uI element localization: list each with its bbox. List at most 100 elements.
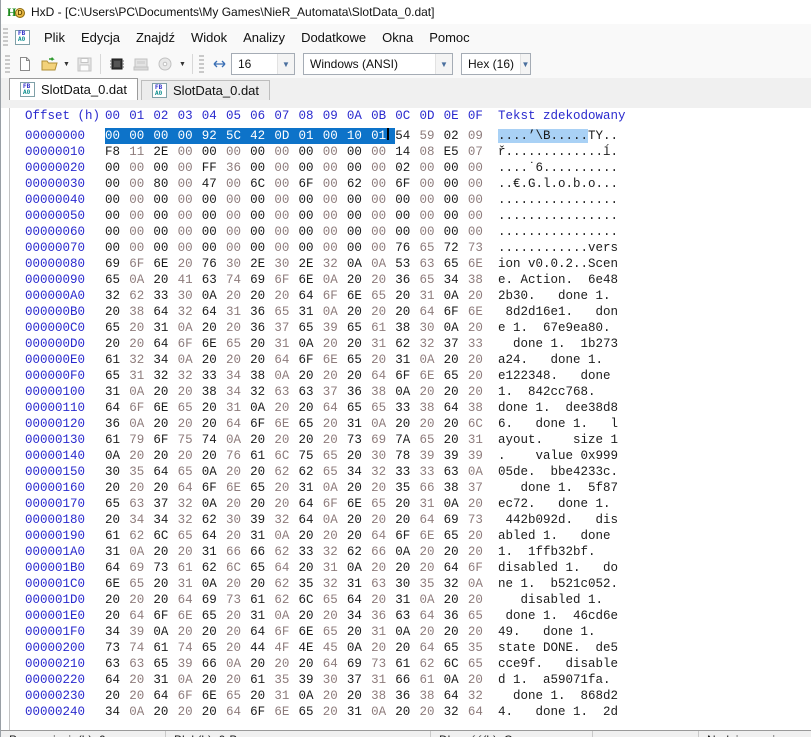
byte-cell[interactable]: 35	[468, 640, 492, 656]
byte-cell[interactable]: 00	[202, 192, 226, 208]
byte-cell[interactable]: 65	[323, 448, 347, 464]
bytes-per-row-select[interactable]: 16 ▼	[231, 53, 295, 75]
decoded-text-cell[interactable]: 49. done 1.	[498, 625, 618, 639]
byte-cell[interactable]: 0A	[129, 416, 153, 432]
byte-cell[interactable]: 00	[419, 224, 443, 240]
decoded-text-cell[interactable]: ................	[498, 209, 618, 223]
byte-cell[interactable]: 63	[419, 256, 443, 272]
byte-cell[interactable]: 20	[105, 608, 129, 624]
byte-cell[interactable]: 75	[299, 448, 323, 464]
byte-cell[interactable]: 31	[371, 672, 395, 688]
byte-cell[interactable]: 20	[419, 384, 443, 400]
byte-cell[interactable]: 31	[250, 528, 274, 544]
byte-cell[interactable]: 02	[395, 160, 419, 176]
decoded-text-cell[interactable]: done 1. 1b273	[498, 337, 618, 351]
byte-cell[interactable]: 20	[299, 400, 323, 416]
byte-cell[interactable]: 20	[105, 512, 129, 528]
byte-cell[interactable]: 65	[444, 256, 468, 272]
byte-cell[interactable]: 20	[202, 704, 226, 720]
byte-cell[interactable]: 36	[250, 304, 274, 320]
byte-cell[interactable]: 20	[371, 640, 395, 656]
byte-cell[interactable]: 6F	[129, 400, 153, 416]
byte-cell[interactable]: 6E	[274, 416, 298, 432]
byte-cell[interactable]: 20	[129, 448, 153, 464]
decoded-text-cell[interactable]: 442b092d. dis	[498, 513, 619, 527]
byte-cell[interactable]: 6F	[250, 704, 274, 720]
byte-cell[interactable]: 20	[468, 496, 492, 512]
byte-cell[interactable]: 34	[129, 512, 153, 528]
byte-cell[interactable]: 0A	[323, 304, 347, 320]
byte-cell[interactable]: 0A	[129, 704, 153, 720]
byte-cell[interactable]: 65	[371, 288, 395, 304]
byte-cell[interactable]: 64	[274, 352, 298, 368]
byte-cell[interactable]: 20	[323, 704, 347, 720]
byte-cell[interactable]: 6E	[153, 400, 177, 416]
byte-cell[interactable]: 00	[347, 160, 371, 176]
byte-cell[interactable]: 00	[274, 224, 298, 240]
byte-cell[interactable]: 00	[347, 192, 371, 208]
byte-cell[interactable]: 20	[105, 304, 129, 320]
byte-cell[interactable]: 20	[226, 624, 250, 640]
byte-cell[interactable]: 73	[153, 560, 177, 576]
byte-cell[interactable]: 00	[468, 208, 492, 224]
byte-cell[interactable]: 00	[226, 208, 250, 224]
byte-cell[interactable]: 00	[105, 192, 129, 208]
byte-cell[interactable]: 20	[347, 368, 371, 384]
byte-cell[interactable]: 00	[129, 128, 154, 144]
byte-cell[interactable]: 6E	[323, 352, 347, 368]
byte-cell[interactable]: 65	[274, 304, 298, 320]
byte-cell[interactable]: 6C	[153, 528, 177, 544]
byte-cell[interactable]: 20	[105, 480, 129, 496]
byte-cell[interactable]: 20	[468, 288, 492, 304]
byte-cell[interactable]: 31	[202, 544, 226, 560]
byte-cell[interactable]: 31	[226, 304, 250, 320]
byte-cell[interactable]: 62	[129, 288, 153, 304]
byte-cell[interactable]: 65	[371, 400, 395, 416]
byte-cell[interactable]: 0A	[419, 592, 443, 608]
menu-item-widok[interactable]: Widok	[183, 26, 235, 49]
byte-cell[interactable]: 64	[226, 416, 250, 432]
decoded-text-cell[interactable]: ............vers	[498, 241, 618, 255]
byte-cell[interactable]: 64	[129, 608, 153, 624]
byte-cell[interactable]: 32	[274, 512, 298, 528]
byte-cell[interactable]: 6F	[395, 368, 419, 384]
byte-cell[interactable]: 6E	[347, 496, 371, 512]
byte-cell[interactable]: 44	[250, 640, 274, 656]
byte-cell[interactable]: 00	[153, 208, 177, 224]
open-disk-image-dropdown[interactable]: ▼	[177, 52, 188, 76]
byte-cell[interactable]: 61	[250, 448, 274, 464]
byte-cell[interactable]: 64	[444, 688, 468, 704]
byte-cell[interactable]: 37	[444, 336, 468, 352]
byte-cell[interactable]: 31	[347, 576, 371, 592]
decoded-text-cell[interactable]: 05de. bbe4233c.	[498, 465, 618, 479]
byte-cell[interactable]: 62	[299, 464, 323, 480]
byte-cell[interactable]: 0A	[274, 528, 298, 544]
open-disk-button[interactable]	[129, 52, 153, 76]
byte-cell[interactable]: 00	[153, 224, 177, 240]
byte-cell[interactable]: 65	[178, 464, 202, 480]
byte-cell[interactable]: 34	[153, 512, 177, 528]
byte-cell[interactable]: 00	[178, 192, 202, 208]
byte-cell[interactable]: 65	[105, 320, 129, 336]
decoded-text-cell[interactable]: ................	[498, 193, 618, 207]
byte-cell[interactable]: 00	[226, 192, 250, 208]
byte-cell[interactable]: 20	[250, 496, 274, 512]
byte-cell[interactable]: 73	[226, 592, 250, 608]
byte-cell[interactable]: 0A	[468, 576, 492, 592]
byte-cell[interactable]: 64	[444, 400, 468, 416]
byte-cell[interactable]: 00	[250, 144, 274, 160]
byte-cell[interactable]: 64	[299, 512, 323, 528]
decoded-text-cell[interactable]: 1. 1ffb32bf.	[498, 545, 618, 559]
byte-cell[interactable]: 63	[274, 384, 298, 400]
byte-cell[interactable]: 6E	[105, 576, 129, 592]
decoded-text-cell[interactable]: cce9f. disable	[498, 657, 618, 671]
byte-cell[interactable]: 31	[468, 432, 492, 448]
byte-cell[interactable]: 20	[250, 432, 274, 448]
byte-cell[interactable]: 69	[250, 272, 274, 288]
byte-cell[interactable]: 20	[178, 384, 202, 400]
byte-cell[interactable]: 37	[468, 480, 492, 496]
byte-cell[interactable]: 61	[250, 672, 274, 688]
byte-cell[interactable]: 00	[444, 224, 468, 240]
byte-cell[interactable]: 66	[250, 544, 274, 560]
byte-cell[interactable]: 00	[299, 208, 323, 224]
